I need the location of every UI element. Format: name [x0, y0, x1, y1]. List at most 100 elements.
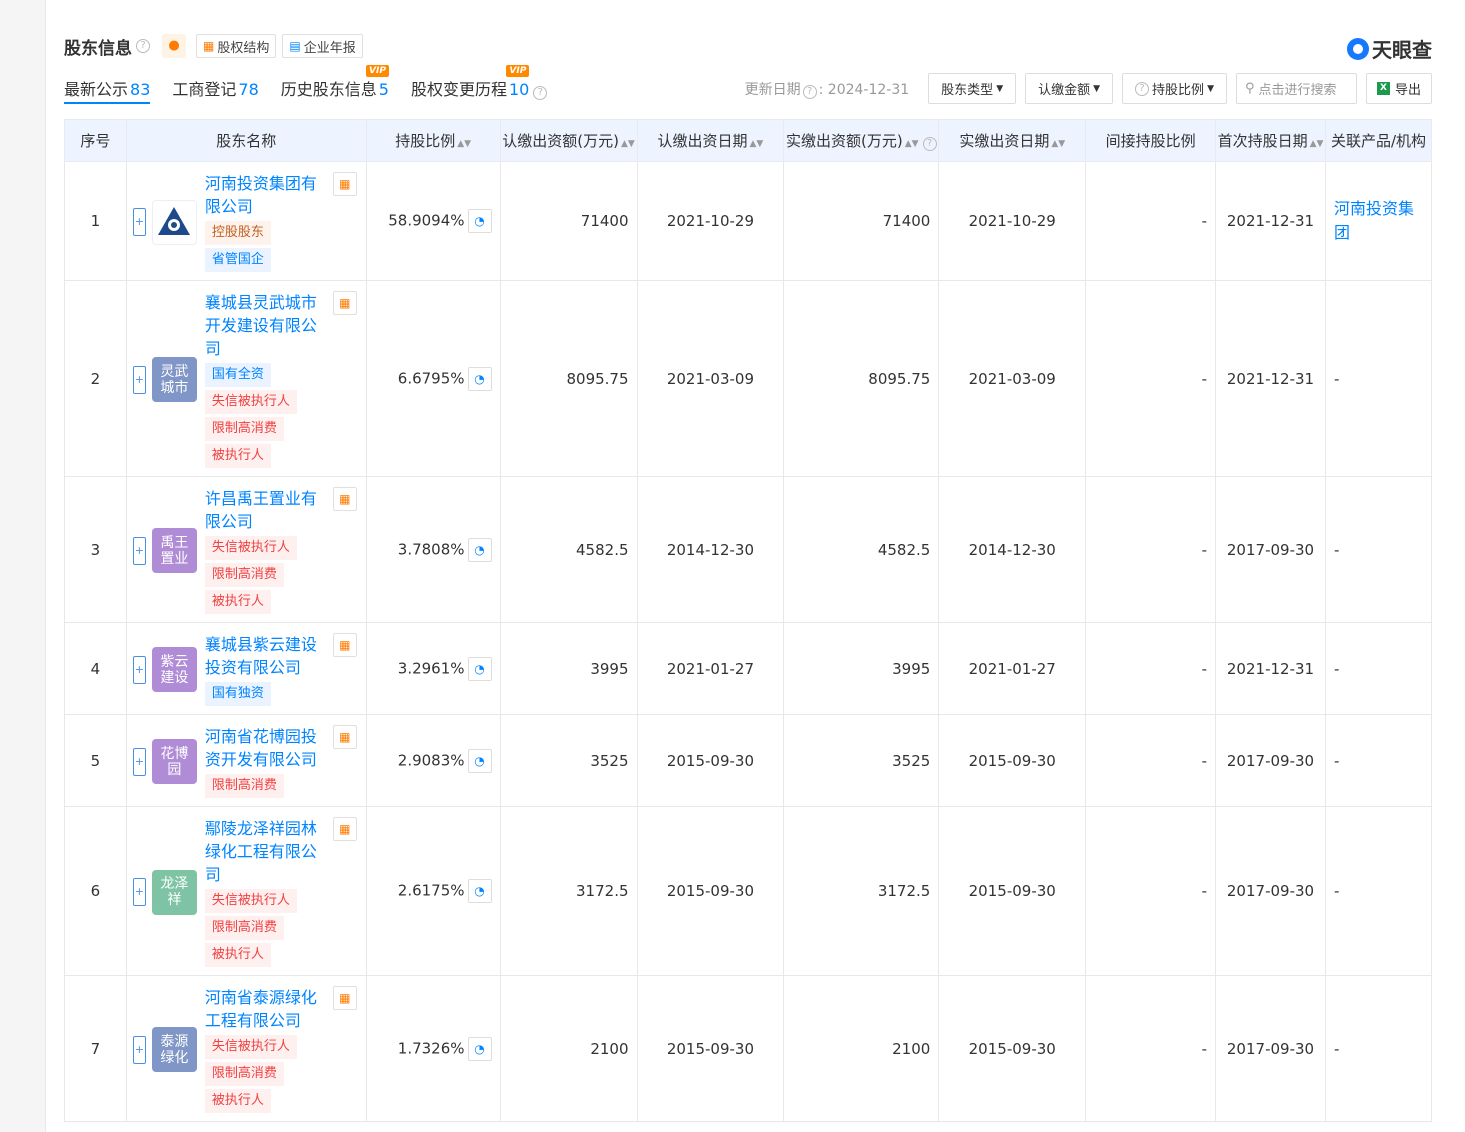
org-chart-icon[interactable]: ▦ — [332, 487, 357, 511]
update-date: 更新日期?: 2024-12-31 — [744, 81, 910, 99]
column-header[interactable]: 实缴出资日期 ▲▼ — [938, 119, 1087, 162]
related-cell: - — [1324, 975, 1433, 1122]
expand-icon[interactable]: + — [132, 365, 146, 394]
company-name-link[interactable]: 河南省花博园投资开发有限公司 — [205, 725, 323, 771]
status-tag[interactable]: 失信被执行人 — [204, 536, 297, 560]
column-header[interactable]: 首次持股日期 ▲▼ — [1215, 119, 1326, 162]
company-name-link[interactable]: 襄城县灵武城市开发建设有限公司 — [205, 291, 323, 360]
tab-latest[interactable]: 最新公示 83 — [64, 76, 151, 104]
company-name-link[interactable]: 襄城县紫云建设投资有限公司 — [205, 633, 323, 679]
org-chart-icon[interactable]: ▦ — [332, 291, 357, 315]
column-header[interactable]: 持股比例 ▲▼ — [365, 119, 501, 162]
org-chart-icon[interactable]: ▦ — [332, 172, 357, 196]
expand-icon[interactable]: + — [132, 1035, 146, 1064]
status-tag[interactable]: 限制高消费 — [204, 774, 284, 798]
equity-structure-button[interactable]: ▦ 股权结构 — [196, 34, 277, 58]
expand-icon[interactable]: + — [132, 655, 146, 684]
company-name-link[interactable]: 鄢陵龙泽祥园林绿化工程有限公司 — [205, 817, 323, 886]
status-tag[interactable]: 限制高消费 — [204, 417, 284, 441]
column-header[interactable]: 认缴出资日期 ▲▼ — [636, 119, 785, 162]
bell-icon[interactable]: ● — [162, 34, 186, 58]
expand-icon[interactable]: + — [132, 536, 146, 565]
status-tag[interactable]: 国有独资 — [204, 682, 271, 706]
logo-mark-icon — [1347, 37, 1369, 60]
column-header[interactable]: 认缴出资额(万元) ▲▼ — [499, 119, 638, 162]
help-icon[interactable]: ? — [922, 137, 937, 151]
export-button[interactable]: X 导出 — [1365, 73, 1432, 104]
shareholder-cell: + 禹王 置业 许昌禹王置业有限公司 失信被执行人 限制高消费被执行人 ▦ — [125, 476, 367, 623]
status-tag[interactable]: 被执行人 — [204, 590, 271, 614]
related-link[interactable]: 河南投资集团 — [1326, 197, 1431, 245]
first-holding-date: 2021-12-31 — [1215, 280, 1326, 477]
subscribed-amount: 8095.75 — [499, 280, 638, 477]
subscribed-amount: 4582.5 — [499, 476, 638, 623]
help-icon[interactable]: ? — [802, 84, 817, 99]
status-tag[interactable]: 限制高消费 — [204, 1062, 284, 1086]
status-tag[interactable]: 被执行人 — [204, 943, 271, 967]
org-chart-icon[interactable]: ▦ — [332, 725, 357, 749]
help-icon[interactable]: ? — [533, 86, 548, 100]
column-header[interactable]: 实缴出资额(万元) ▲▼? — [783, 119, 940, 162]
sort-icon[interactable]: ▲▼ — [1051, 139, 1065, 149]
sort-icon[interactable]: ▲▼ — [621, 139, 635, 149]
status-tag[interactable]: 被执行人 — [204, 444, 271, 468]
subscribed-date: 2015-09-30 — [636, 714, 785, 807]
pie-chart-icon[interactable]: ◔ — [467, 1036, 492, 1061]
status-tag[interactable]: 限制高消费 — [204, 563, 284, 587]
org-chart-icon[interactable]: ▦ — [332, 817, 357, 841]
status-tag[interactable]: 控股股东 — [204, 221, 271, 245]
company-avatar[interactable]: 灵武 城市 — [151, 357, 197, 402]
help-icon[interactable]: ? — [136, 39, 150, 53]
related-cell: 河南投资集团 — [1324, 161, 1433, 281]
search-input[interactable]: ⚲ 点击进行搜索 — [1235, 73, 1357, 104]
status-tag[interactable]: 失信被执行人 — [204, 889, 297, 913]
sort-icon[interactable]: ▲▼ — [750, 139, 764, 149]
sort-icon[interactable]: ▲▼ — [457, 139, 471, 149]
company-avatar[interactable]: 禹王 置业 — [151, 528, 197, 573]
related-cell: - — [1324, 280, 1433, 477]
related-cell: - — [1324, 806, 1433, 976]
org-chart-icon[interactable]: ▦ — [332, 633, 357, 657]
annual-report-button[interactable]: ▤ 企业年报 — [282, 34, 363, 58]
tab-changes[interactable]: 股权变更历程 10 VIP? — [411, 65, 548, 104]
company-avatar[interactable]: 紫云 建设 — [151, 647, 197, 692]
status-tag[interactable]: 限制高消费 — [204, 916, 284, 940]
status-tag[interactable]: 省管国企 — [204, 248, 271, 272]
table-header-row: 序号 股东名称 持股比例 ▲▼ 认缴出资额(万元) ▲▼ 认缴出资日期 ▲▼ 实缴出资… — [64, 119, 1433, 162]
first-holding-date: 2017-09-30 — [1215, 476, 1326, 623]
status-tag[interactable]: 失信被执行人 — [204, 1035, 297, 1059]
paid-amount: 4582.5 — [783, 476, 940, 623]
company-name-link[interactable]: 河南省泰源绿化工程有限公司 — [205, 986, 323, 1032]
expand-icon[interactable]: + — [132, 878, 146, 906]
company-avatar[interactable]: 花博园 — [151, 739, 197, 784]
status-tag[interactable]: 被执行人 — [204, 1089, 271, 1113]
ratio-cell: 1.7326% ◔ — [365, 975, 501, 1122]
sort-icon[interactable]: ▲▼ — [1310, 139, 1324, 149]
holding-ratio-dropdown[interactable]: ? 持股比例 ▼ — [1122, 73, 1227, 104]
sort-icon[interactable]: ▲▼ — [905, 139, 919, 149]
tab-history[interactable]: 历史股东信息 5 VIP — [281, 65, 389, 104]
pie-chart-icon[interactable]: ◔ — [467, 366, 492, 391]
company-name-link[interactable]: 许昌禹王置业有限公司 — [205, 487, 323, 533]
expand-icon[interactable]: + — [132, 747, 146, 776]
pie-chart-icon[interactable]: ◔ — [467, 537, 492, 562]
expand-icon[interactable]: + — [132, 208, 146, 236]
pie-chart-icon[interactable]: ◔ — [467, 656, 492, 681]
paid-amount: 3525 — [783, 714, 940, 807]
related-cell: - — [1324, 622, 1433, 715]
tab-registration[interactable]: 工商登记 78 — [172, 76, 258, 104]
company-logo-icon[interactable] — [151, 199, 197, 245]
pie-chart-icon[interactable]: ◔ — [467, 209, 492, 233]
shareholder-type-dropdown[interactable]: 股东类型 ▼ — [928, 73, 1017, 104]
pie-chart-icon[interactable]: ◔ — [467, 748, 492, 773]
tianyancha-logo: 天眼查 — [1347, 34, 1432, 63]
status-tag[interactable]: 国有全资 — [204, 363, 271, 387]
subscribed-amount-dropdown[interactable]: 认缴金额 ▼ — [1025, 73, 1114, 104]
excel-icon: X — [1376, 82, 1390, 95]
company-avatar[interactable]: 龙泽祥 — [151, 869, 197, 915]
company-avatar[interactable]: 泰源 绿化 — [151, 1027, 197, 1072]
company-name-link[interactable]: 河南投资集团有限公司 — [205, 172, 323, 218]
org-chart-icon[interactable]: ▦ — [332, 986, 357, 1010]
pie-chart-icon[interactable]: ◔ — [467, 879, 492, 903]
status-tag[interactable]: 失信被执行人 — [204, 390, 297, 414]
